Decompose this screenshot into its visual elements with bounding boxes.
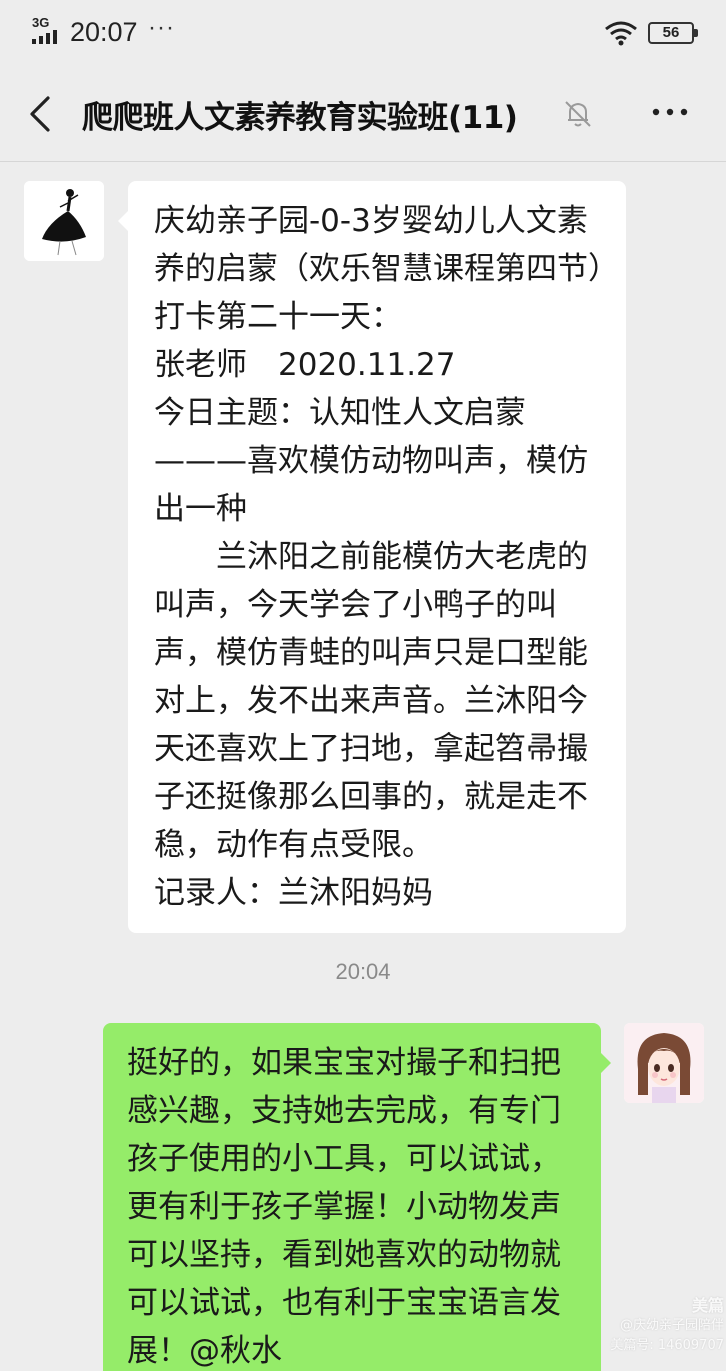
status-more-indicator: ···: [148, 14, 175, 41]
more-dots-icon[interactable]: [648, 102, 692, 122]
bell-muted-icon: [565, 101, 591, 127]
network-type: 3G: [32, 15, 50, 30]
battery-level: 56: [662, 24, 680, 41]
signal-icon: [32, 30, 57, 44]
dancer-silhouette-icon: [24, 181, 104, 261]
status-bar: 3G 20:07 ··· 56: [0, 0, 726, 68]
cartoon-girl-avatar[interactable]: [624, 1023, 704, 1103]
outgoing-message-bubble[interactable]: 挺好的，如果宝宝对撮子和扫把感兴趣，支持她去完成，有专门孩子使用的小工具，可以试…: [103, 1023, 611, 1371]
wifi-icon: [605, 21, 637, 46]
chat-header: 爬爬班人文素养教育实验班(11): [0, 68, 726, 162]
watermark-line1: @庆幼亲子园陪伴: [619, 1318, 724, 1333]
status-time: 20:07: [70, 17, 138, 47]
battery-icon: 56: [648, 22, 698, 44]
dancer-silhouette-avatar[interactable]: [24, 181, 104, 261]
chevron-left-icon[interactable]: [26, 94, 56, 134]
incoming-message-bubble[interactable]: 庆幼亲子园-0-3岁婴幼儿人文素养的启蒙（欢乐智慧课程第四节）打卡第二十一天： …: [118, 181, 626, 933]
watermark: 美篇 @庆幼亲子园陪伴 美篇号: 14609707: [584, 1296, 724, 1356]
cartoon-girl-icon: [624, 1023, 704, 1103]
chat-title: 爬爬班人文素养教育实验班(11): [82, 100, 518, 136]
message-timestamp: 20:04: [335, 959, 391, 984]
chat-messages[interactable]: 庆幼亲子园-0-3岁婴幼儿人文素养的启蒙（欢乐智慧课程第四节）打卡第二十一天： …: [0, 163, 726, 1371]
watermark-line2: 美篇号: 14609707: [610, 1338, 724, 1353]
watermark-brand: 美篇: [691, 1296, 724, 1315]
